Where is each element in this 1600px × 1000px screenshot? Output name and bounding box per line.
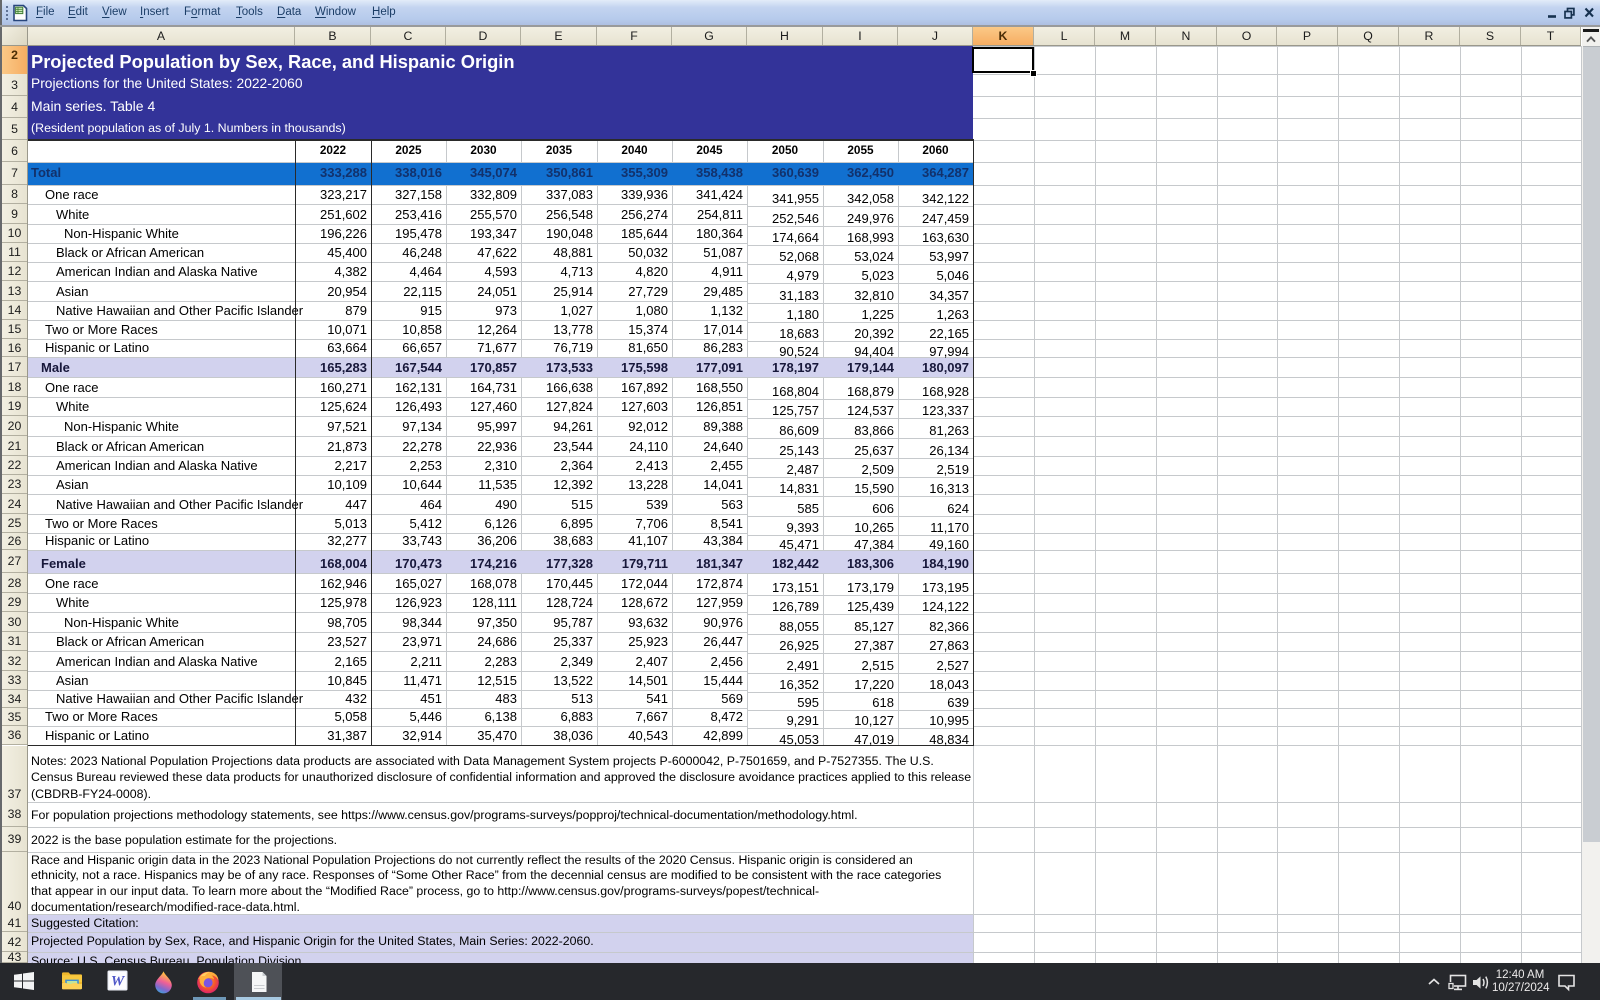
svg-text:W: W	[111, 974, 126, 990]
